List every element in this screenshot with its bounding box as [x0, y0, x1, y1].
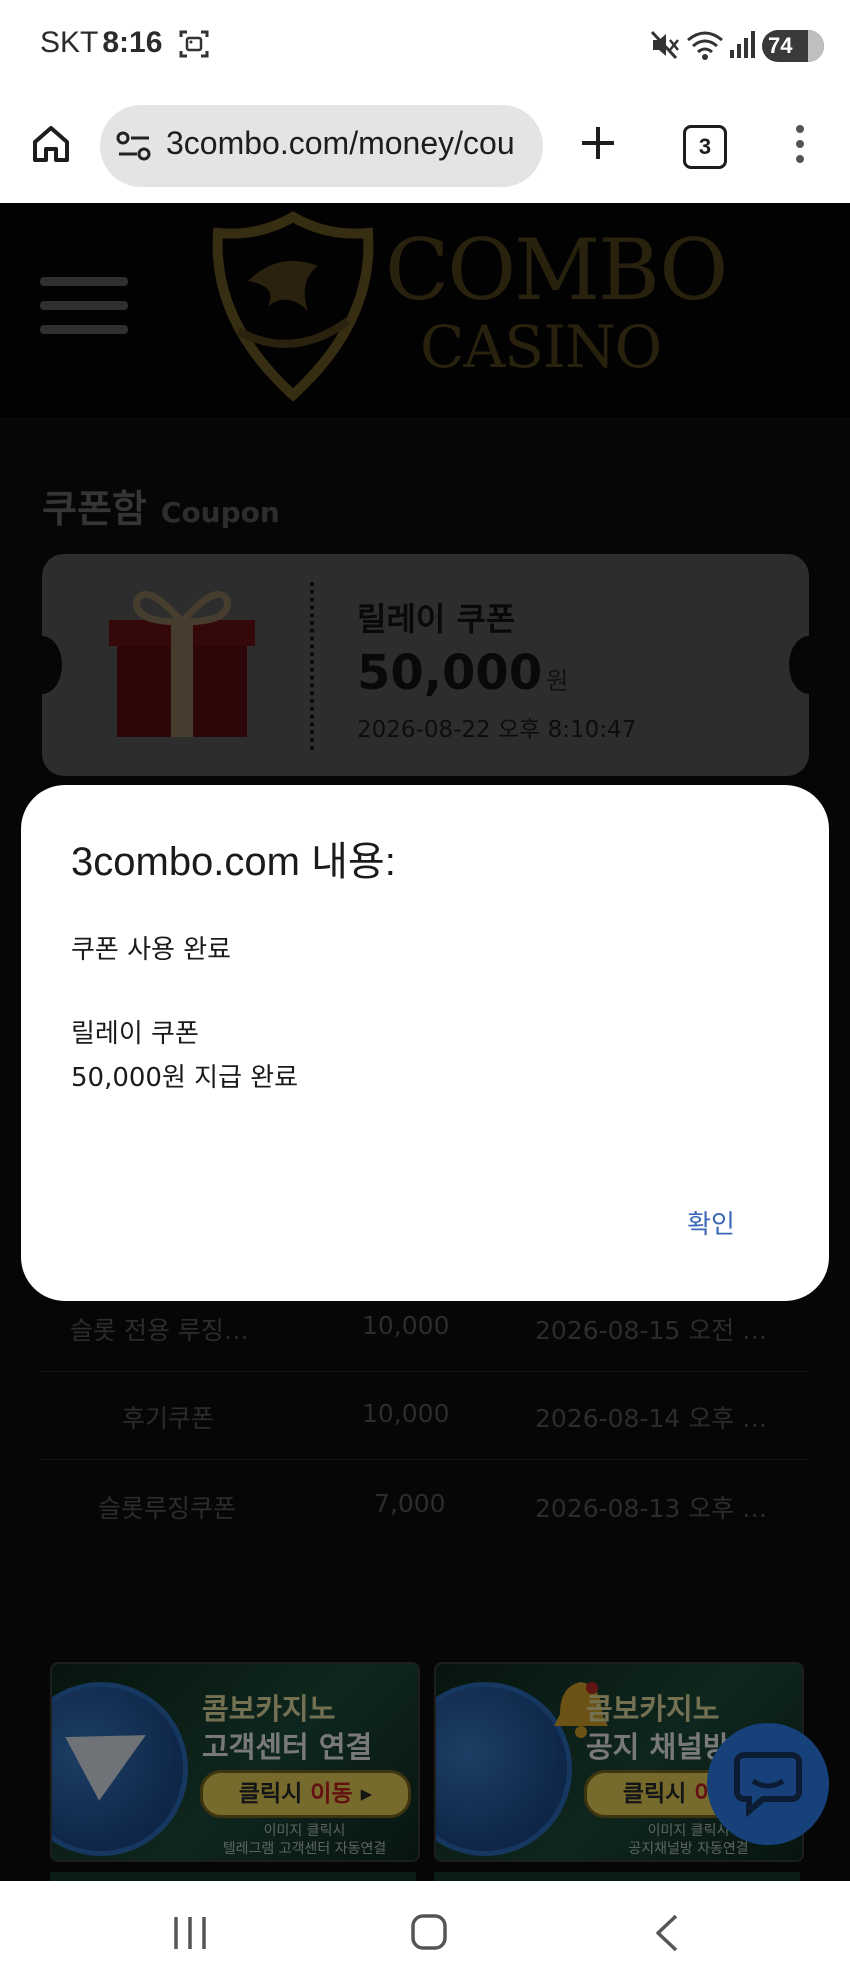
battery-level: 74 [768, 33, 793, 58]
dialog-message-line1: 쿠폰 사용 완료 [71, 935, 232, 965]
url-text[interactable]: 3combo.com/money/cou [166, 125, 515, 162]
back-nav-icon[interactable] [652, 1913, 682, 1953]
signal-icon [730, 31, 755, 58]
dialog-title: 3combo.com 내용: [71, 840, 396, 884]
status-bar: SKT 8:16 74 [0, 0, 850, 95]
home-icon[interactable] [30, 123, 72, 165]
wifi-icon [687, 31, 723, 60]
carrier-label: SKT [40, 26, 99, 59]
system-nav-bar [0, 1881, 850, 1983]
new-tab-icon[interactable] [578, 123, 618, 163]
browser-toolbar: 3combo.com/money/cou 3 [0, 95, 850, 204]
more-menu-icon[interactable] [790, 123, 810, 165]
address-bar[interactable]: 3combo.com/money/cou [100, 105, 543, 187]
alert-dialog: 3combo.com 내용: 쿠폰 사용 완료 릴레이 쿠폰 50,000원 지… [21, 785, 829, 1301]
chat-button[interactable] [707, 1723, 829, 1845]
recent-apps-icon[interactable] [170, 1915, 210, 1951]
battery-icon: 74 [762, 30, 824, 62]
ok-button[interactable]: 확인 [661, 1195, 761, 1255]
home-nav-icon[interactable] [410, 1913, 448, 1951]
screenshot-icon [179, 30, 209, 58]
mute-icon [650, 30, 679, 60]
dialog-message-line2: 릴레이 쿠폰 [71, 1019, 199, 1049]
clock: 8:16 [102, 26, 163, 59]
tab-switcher-button[interactable]: 3 [683, 125, 727, 169]
site-settings-icon[interactable] [116, 129, 152, 163]
chat-bubble-icon [734, 1752, 802, 1817]
dialog-message-line3: 50,000원 지급 완료 [71, 1063, 299, 1093]
status-time: SKT 8:16 [40, 26, 162, 60]
